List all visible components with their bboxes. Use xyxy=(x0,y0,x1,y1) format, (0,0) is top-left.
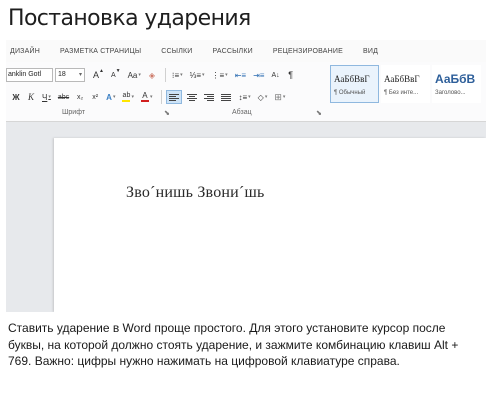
font-color-button[interactable]: A ▾ xyxy=(139,90,155,104)
align-right-icon xyxy=(204,93,215,101)
numbering-button[interactable]: ⅓≡ ▾ xyxy=(188,68,207,82)
decrease-indent-icon: ⇤≡ xyxy=(234,70,247,80)
underline-button[interactable]: Ч ▾ xyxy=(40,90,53,104)
font-color-swatch xyxy=(140,100,149,102)
font-dialog-launcher-icon[interactable]: ⬊ xyxy=(164,109,170,117)
shading-button[interactable]: ◇ ▾ xyxy=(256,90,270,104)
document-page[interactable]: Зво´нишь Звони´шь xyxy=(54,138,486,312)
change-case-button[interactable]: Aa ▾ xyxy=(126,68,143,82)
numbered-list-icon: ⅓≡ xyxy=(189,70,201,80)
highlighter-icon: ab xyxy=(122,92,131,99)
style-label: ¶ Обычный xyxy=(334,90,366,96)
divider xyxy=(164,68,166,82)
strikethrough-icon: abc xyxy=(57,93,70,101)
font-color-icon: A xyxy=(142,91,148,100)
subscript-button[interactable]: x₂ xyxy=(74,90,86,104)
style-label: Заголово... xyxy=(435,90,466,96)
ribbon-row-1: anklin Gotl 18 ▾ A ▲ A ▼ Aa ▾ ◈ ⁝≡ ▾ ⅓≡ … xyxy=(6,67,300,83)
align-center-icon xyxy=(187,93,198,101)
sort-icon: A↓ xyxy=(271,71,280,79)
sort-button[interactable]: A↓ xyxy=(269,68,281,82)
line-spacing-icon: ↕≡ xyxy=(238,92,248,102)
decrease-indent-button[interactable]: ⇤≡ xyxy=(233,68,248,82)
borders-button[interactable]: ⊞ ▾ xyxy=(272,90,287,104)
highlight-color-swatch xyxy=(122,100,131,102)
borders-icon: ⊞ xyxy=(274,91,282,102)
align-center-button[interactable] xyxy=(185,90,199,104)
font-name-value: anklin Gotl xyxy=(8,71,42,78)
style-sample: АаБбВ xyxy=(435,72,476,86)
bold-icon: Ж xyxy=(12,92,20,102)
clear-formatting-button[interactable]: ◈ xyxy=(146,68,158,82)
tab-review[interactable]: РЕЦЕНЗИРОВАНИЕ xyxy=(273,48,343,55)
style-normal[interactable]: АаБбВвГ ¶ Обычный xyxy=(330,65,379,103)
paragraph-dialog-launcher-icon[interactable]: ⬊ xyxy=(316,109,322,117)
styles-gallery: АаБбВвГ ¶ Обычный АаБбВвГ ¶ Без инте... … xyxy=(330,65,486,105)
align-right-button[interactable] xyxy=(202,90,216,104)
shrink-font-button[interactable]: A ▼ xyxy=(109,68,123,82)
bullet-list-icon: ⁝≡ xyxy=(171,70,180,80)
style-heading-1[interactable]: АаБбВ Заголово... xyxy=(432,65,481,103)
group-label-paragraph: Абзац xyxy=(232,109,252,116)
italic-icon: К xyxy=(28,92,34,102)
tab-references[interactable]: ССЫЛКИ xyxy=(161,48,192,55)
ribbon-home: anklin Gotl 18 ▾ A ▲ A ▼ Aa ▾ ◈ ⁝≡ ▾ ⅓≡ … xyxy=(6,62,486,122)
style-sample: АаБбВвГ xyxy=(384,74,420,84)
ribbon-tabs: ДИЗАЙН РАЗМЕТКА СТРАНИЦЫ ССЫЛКИ РАССЫЛКИ… xyxy=(6,40,486,62)
text-effects-button[interactable]: A ▾ xyxy=(104,90,117,104)
bold-button[interactable]: Ж xyxy=(10,90,22,104)
line-spacing-button[interactable]: ↕≡ ▾ xyxy=(236,90,252,104)
ribbon-row-2: Ж К Ч ▾ abc x₂ x² A ▾ ab ▾ A ▾ ↕≡ ▾ ◇ ▾ … xyxy=(6,89,290,105)
paint-bucket-icon: ◇ xyxy=(257,92,264,102)
font-size-combobox[interactable]: 18 ▾ xyxy=(55,68,85,82)
document-text: Зво´нишь Звони´шь xyxy=(126,184,265,201)
style-sample: АаБбВвГ xyxy=(334,74,370,84)
style-no-spacing[interactable]: АаБбВвГ ¶ Без инте... xyxy=(381,65,430,103)
word-screenshot: ДИЗАЙН РАЗМЕТКА СТРАНИЦЫ ССЫЛКИ РАССЫЛКИ… xyxy=(6,40,486,312)
change-case-icon: Aa xyxy=(127,70,138,80)
font-size-value: 18 xyxy=(58,71,66,78)
increase-indent-icon: ⇥≡ xyxy=(253,70,265,80)
multilevel-list-button[interactable]: ⋮≡ ▾ xyxy=(210,68,230,82)
bullets-button[interactable]: ⁝≡ ▾ xyxy=(170,68,185,82)
style-label: ¶ Без инте... xyxy=(384,90,419,96)
caption: Ставить ударение в Word проще простого. … xyxy=(8,321,459,368)
subscript-icon: x₂ xyxy=(77,93,84,101)
font-name-combobox[interactable]: anklin Gotl xyxy=(6,68,53,82)
strikethrough-button[interactable]: abc xyxy=(56,90,71,104)
superscript-button[interactable]: x² xyxy=(89,90,101,104)
text-effects-icon: A xyxy=(106,92,112,102)
justify-button[interactable] xyxy=(219,90,233,104)
eraser-icon: ◈ xyxy=(148,70,155,80)
chevron-down-icon: ▾ xyxy=(78,72,82,78)
align-left-button[interactable] xyxy=(166,90,183,104)
underline-icon: Ч xyxy=(42,92,48,102)
pilcrow-icon: ¶ xyxy=(288,70,294,80)
tab-design[interactable]: ДИЗАЙН xyxy=(10,48,40,55)
justify-icon xyxy=(221,93,232,101)
tab-page-layout[interactable]: РАЗМЕТКА СТРАНИЦЫ xyxy=(60,48,141,55)
increase-indent-button[interactable]: ⇥≡ xyxy=(251,68,266,82)
tab-mailings[interactable]: РАССЫЛКИ xyxy=(213,48,253,55)
align-left-icon xyxy=(169,93,180,101)
highlight-button[interactable]: ab ▾ xyxy=(120,90,136,104)
group-label-font: Шрифт xyxy=(62,109,86,116)
show-marks-button[interactable]: ¶ xyxy=(285,68,297,82)
divider xyxy=(161,90,163,104)
superscript-icon: x² xyxy=(92,93,99,101)
italic-button[interactable]: К xyxy=(25,90,37,104)
page-title: Постановка ударения xyxy=(8,6,251,31)
grow-font-button[interactable]: A ▲ xyxy=(91,68,106,82)
multilevel-list-icon: ⋮≡ xyxy=(211,70,225,80)
tab-view[interactable]: ВИД xyxy=(363,48,378,55)
